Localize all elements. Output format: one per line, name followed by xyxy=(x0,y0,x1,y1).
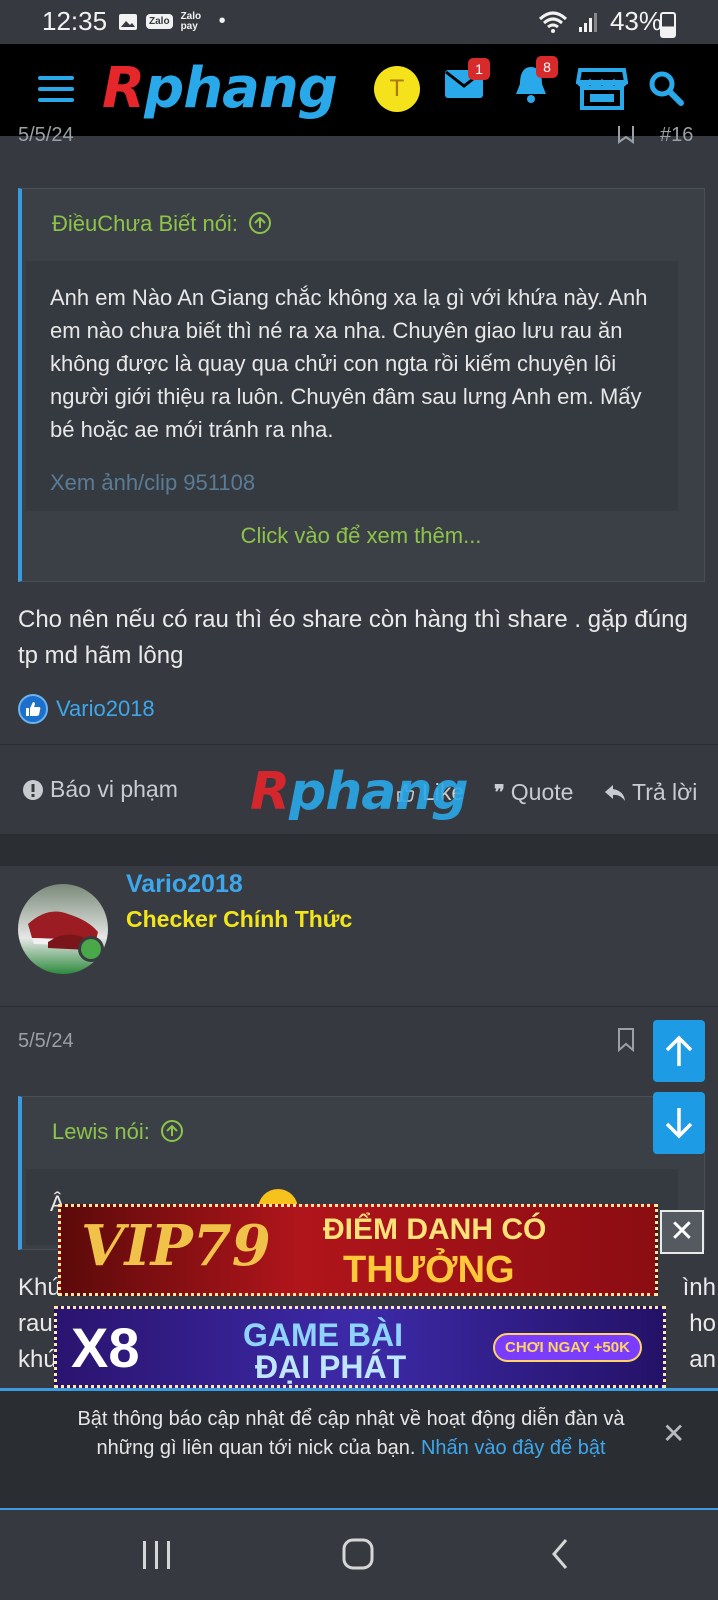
bookmark-icon[interactable] xyxy=(616,1028,636,1052)
online-dot-icon xyxy=(81,939,101,959)
hamburger-menu-icon[interactable] xyxy=(38,74,74,104)
messages-button[interactable]: 1 xyxy=(444,58,490,105)
reply-label: Trả lời xyxy=(632,779,698,805)
quote-author-text: Lewis nói: xyxy=(52,1119,150,1144)
report-button[interactable]: Báo vi phạm xyxy=(22,776,178,803)
battery-icon xyxy=(660,12,676,38)
post-number[interactable]: #16 xyxy=(660,124,693,147)
ad-brand: VIP79 xyxy=(81,1213,271,1279)
divider xyxy=(0,744,718,745)
quote-button[interactable]: ❞ Quote xyxy=(494,779,573,806)
ad-cta-button[interactable]: CHƠI NGAY +50K xyxy=(493,1333,642,1362)
notification-close-button[interactable]: ✕ xyxy=(662,1417,685,1450)
logo-r: R xyxy=(102,56,145,121)
post-date: 5/5/24 xyxy=(18,124,74,146)
user-avatar[interactable]: T xyxy=(374,66,420,112)
image-icon xyxy=(119,13,137,30)
back-icon[interactable] xyxy=(550,1538,570,1570)
post-text-line: ho xyxy=(689,1310,716,1337)
post-date[interactable]: 5/5/24 xyxy=(18,1030,74,1053)
battery-percent: 43% xyxy=(609,6,662,36)
reaction-user[interactable]: Vario2018 xyxy=(56,696,155,722)
post-username[interactable]: Vario2018 xyxy=(126,870,243,899)
reaction-bar[interactable]: Vario2018 xyxy=(18,694,155,724)
quote-block: ĐiềuChưa Biết nói: Anh em Nào An Giang c… xyxy=(18,188,705,582)
post-body: Cho nên nếu có rau thì éo share còn hàng… xyxy=(18,606,688,669)
store-icon[interactable] xyxy=(576,66,628,110)
scroll-top-button[interactable] xyxy=(653,1020,705,1082)
notification-message: Bật thông báo cập nhật để cập nhật về ho… xyxy=(56,1405,646,1463)
home-icon[interactable] xyxy=(342,1538,374,1570)
ad-banner-vip79[interactable]: VIP79 ĐIỂM DANH CÓ THƯỞNG xyxy=(58,1204,658,1296)
reply-arrow-icon xyxy=(605,784,625,801)
post-text-line: ình xyxy=(682,1274,716,1301)
quote-author[interactable]: Lewis nói: xyxy=(52,1119,184,1145)
quote-body: Anh em Nào An Giang chắc không xa lạ gì … xyxy=(26,261,678,511)
quote-body-text: Anh em Nào An Giang chắc không xa lạ gì … xyxy=(50,285,648,442)
arrow-up-circle-icon[interactable] xyxy=(160,1119,184,1143)
notification-enable-link[interactable]: Nhấn vào đây để bật xyxy=(421,1437,606,1459)
status-bar: 12:35 Zalo Zalo pay • 43% xyxy=(0,0,718,44)
post-body-right: ình ho an xyxy=(668,1270,716,1378)
post-text-line: Khứ xyxy=(18,1274,64,1301)
zalopay-icon: Zalo pay xyxy=(180,10,202,32)
messages-badge: 1 xyxy=(468,58,490,80)
post-text-line: an xyxy=(689,1346,716,1373)
quote-mark-icon: ❞ xyxy=(494,782,505,804)
scroll-bottom-button[interactable] xyxy=(653,1092,705,1154)
ad-brand: X8 xyxy=(71,1316,140,1379)
like-label: Like xyxy=(422,779,465,805)
site-logo[interactable]: Rphang xyxy=(102,56,338,121)
online-indicator xyxy=(78,936,104,962)
status-dot: • xyxy=(218,10,226,32)
search-icon[interactable] xyxy=(648,70,684,106)
quote-label: Quote xyxy=(510,779,574,805)
bookmark-icon[interactable] xyxy=(616,126,636,144)
arrow-up-circle-icon[interactable] xyxy=(248,211,272,235)
ad-banner-x8[interactable]: X8 GAME BÀI ĐẠI PHÁT CHƠI NGAY +50K xyxy=(54,1306,666,1388)
alerts-button[interactable]: 8 xyxy=(512,56,558,109)
divider xyxy=(0,1006,718,1007)
recent-apps-icon[interactable] xyxy=(140,1540,174,1570)
alerts-badge: 8 xyxy=(536,56,558,78)
post-separator xyxy=(0,834,718,866)
status-time: 12:35 xyxy=(42,6,108,36)
arrow-down-icon xyxy=(665,1108,693,1139)
reply-button[interactable]: Trả lời xyxy=(604,779,697,806)
like-button[interactable]: Like xyxy=(396,779,464,806)
arrow-up-icon xyxy=(665,1035,693,1066)
quote-faded-link[interactable]: Xem ảnh/clip 951108 xyxy=(50,466,654,499)
user-title: Checker Chính Thức xyxy=(126,906,353,932)
logo-rest: phang xyxy=(144,56,338,121)
quote-author-text: ĐiềuChưa Biết nói: xyxy=(52,211,238,236)
wifi-icon xyxy=(538,11,567,33)
like-reaction-icon xyxy=(18,694,48,724)
ad-text: ĐIỂM DANH CÓ xyxy=(323,1213,547,1246)
notification-prompt: Bật thông báo cập nhật để cập nhật về ho… xyxy=(0,1388,718,1510)
report-label: Báo vi phạm xyxy=(50,776,178,802)
ad-text: THƯỞNG xyxy=(343,1249,515,1291)
system-nav-bar xyxy=(0,1510,718,1600)
alert-circle-icon xyxy=(23,779,43,800)
app-header: Rphang T 1 8 xyxy=(0,44,718,136)
signal-icon xyxy=(578,12,597,32)
status-left-icons: Zalo Zalo pay • xyxy=(118,10,226,33)
ad-text: ĐẠI PHÁT xyxy=(255,1349,407,1385)
quote-author[interactable]: ĐiềuChưa Biết nói: xyxy=(52,211,272,237)
status-right: 43% xyxy=(538,6,662,37)
zalo-icon: Zalo xyxy=(146,14,173,29)
user-info-bar: Vario2018 Checker Chính Thức xyxy=(0,866,718,1006)
quote-expand-link[interactable]: Click vào để xem thêm... xyxy=(22,523,700,549)
thumbs-up-icon xyxy=(397,783,415,802)
ad-close-button[interactable]: ✕ xyxy=(660,1210,704,1254)
watermark-r: R xyxy=(250,762,290,822)
